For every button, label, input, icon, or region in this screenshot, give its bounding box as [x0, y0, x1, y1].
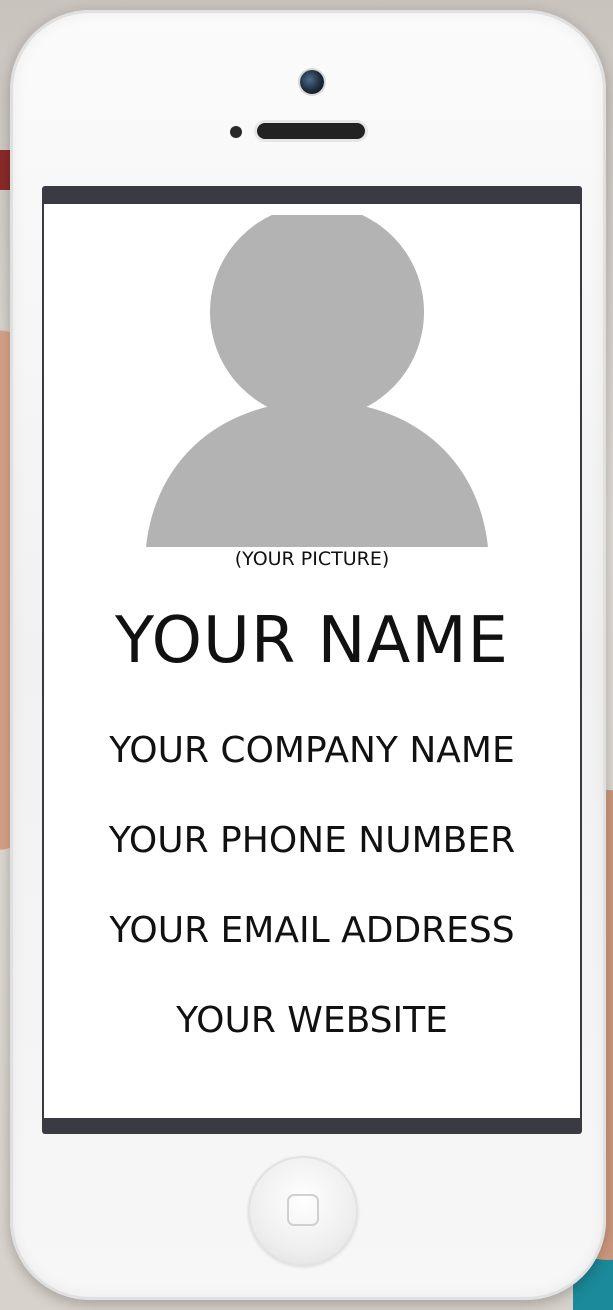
proximity-sensor [230, 126, 242, 138]
home-button-icon [287, 1194, 319, 1226]
front-camera-icon [300, 70, 324, 94]
company-name: YOUR COMPANY NAME [109, 730, 515, 771]
avatar-shoulders [146, 401, 488, 547]
earpiece-speaker [257, 123, 365, 139]
avatar-head [210, 215, 424, 419]
website-link[interactable]: YOUR WEBSITE [44, 1000, 580, 1041]
business-card-screen: (YOUR PICTURE) YOUR NAME YOUR COMPANY NA… [44, 204, 580, 1118]
contact-name: YOUR NAME [115, 604, 509, 678]
phone-number[interactable]: YOUR PHONE NUMBER [44, 820, 580, 861]
home-button[interactable] [248, 1156, 358, 1266]
background-scene: (YOUR PICTURE) YOUR NAME YOUR COMPANY NA… [0, 0, 613, 1310]
picture-caption: (YOUR PICTURE) [234, 548, 390, 570]
person-silhouette-icon[interactable] [146, 215, 488, 547]
email-address[interactable]: YOUR EMAIL ADDRESS [44, 910, 580, 951]
